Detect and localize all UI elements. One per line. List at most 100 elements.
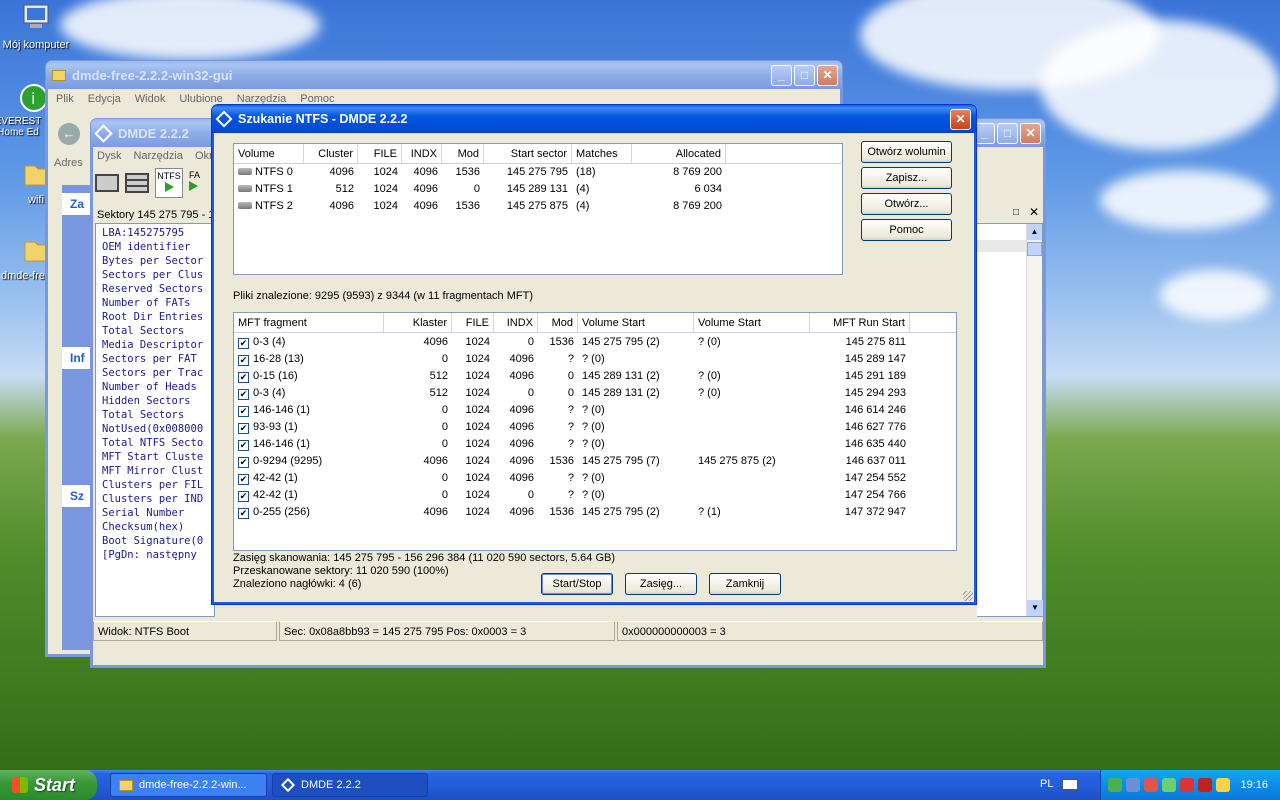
scroll-down-icon[interactable]: ▼ [1027, 600, 1043, 616]
mft-row[interactable]: ✔ 146-146 (1) 0 1024 4096? ? (0) 146 635 440 [234, 436, 956, 453]
column-header[interactable]: Mod [442, 144, 484, 163]
tray-security-icon[interactable] [1198, 778, 1213, 792]
partitions-icon[interactable] [125, 173, 149, 193]
save-button[interactable]: Zapisz... [861, 167, 952, 189]
hex-view[interactable]: ▲ ▼ [977, 223, 1043, 617]
scroll-thumb[interactable] [1027, 242, 1042, 256]
close-button[interactable]: ✕ [950, 108, 971, 130]
mft-row[interactable]: ✔ 0-15 (16) 512 1024 4096 0 145 289 131 (2) ? (… [234, 368, 956, 385]
mft-row[interactable]: ✔ 146-146 (1) 0 1024 4096? ? (0) 146 614 246 [234, 402, 956, 419]
mft-cell: ? (0) [694, 334, 810, 351]
open-volume-button[interactable]: Otwórz wolumin [861, 141, 952, 163]
column-header[interactable]: MFT Run Start [810, 313, 910, 332]
desktop-icon-label[interactable]: EVEREST Home Ed [0, 116, 44, 138]
menu-widok[interactable]: Widok [135, 93, 166, 105]
mft-row[interactable]: ✔ 0-3 (4) 4096 1024 0 1536 145 275 795 (2) ? (0… [234, 334, 956, 351]
column-header[interactable]: MFT fragment [234, 313, 384, 332]
help-button[interactable]: Pomoc [861, 219, 952, 241]
boot-sector-view[interactable]: LBA:145275795 OEM identifier Bytes per Sec… [95, 223, 215, 617]
fat-tool-button[interactable]: FA [189, 168, 205, 198]
restore-icon[interactable]: □ [1013, 207, 1019, 218]
task-explorer[interactable]: dmde-free-2.2.2-win... [110, 773, 267, 797]
minimize-button[interactable]: _ [974, 122, 995, 144]
mft-cell: 1024 [452, 402, 494, 419]
tray-wifi-icon[interactable] [1162, 778, 1177, 792]
start-button[interactable]: Start [0, 770, 97, 800]
open-button[interactable]: Otwórz... [861, 193, 952, 215]
mft-row[interactable]: ✔ 0-9294 (9295) 4096 1024 4096 1536 145 275 79… [234, 453, 956, 470]
cell-text: 145 291 189 [844, 370, 906, 382]
range-button[interactable]: Zasięg... [625, 573, 697, 595]
tray-monitor-icon[interactable] [1126, 778, 1141, 792]
checkbox[interactable]: ✔ [238, 406, 249, 417]
column-header[interactable]: INDX [494, 313, 538, 332]
column-header[interactable]: Volume Start [694, 313, 810, 332]
checkbox[interactable]: ✔ [238, 491, 249, 502]
checkbox[interactable]: ✔ [238, 389, 249, 400]
ntfs-search-dialog[interactable]: Szukanie NTFS - DMDE 2.2.2 ✕ Volume Clust… [211, 104, 977, 605]
column-header[interactable]: Volume Start [578, 313, 694, 332]
cell-text: 145 289 131 [506, 183, 568, 195]
checkbox[interactable]: ✔ [238, 440, 249, 451]
column-header[interactable]: Volume [234, 144, 304, 163]
language-indicator[interactable]: PL [1040, 778, 1053, 790]
column-header[interactable]: Mod [538, 313, 578, 332]
checkbox[interactable]: ✔ [238, 508, 249, 519]
tray-network-icon[interactable] [1108, 778, 1123, 792]
cell-text: 6 034 [694, 183, 722, 195]
volumes-list[interactable]: Volume Cluster FILE INDX Mod Start sector Matc… [233, 143, 843, 275]
maximize-button[interactable]: □ [794, 64, 815, 86]
column-header[interactable]: Start sector [484, 144, 572, 163]
menu-dysk[interactable]: Dysk [97, 150, 121, 162]
column-header[interactable]: FILE [358, 144, 402, 163]
desktop-icon-label[interactable]: dmde-fre [0, 270, 48, 282]
mft-fragments-list[interactable]: MFT fragment Klaster FILE INDX Mod Volume Sta… [233, 312, 957, 551]
mft-row[interactable]: ✔ 0-255 (256) 4096 1024 4096 1536 145 275 795 … [234, 504, 956, 521]
mft-row[interactable]: ✔ 42-42 (1) 0 1024 0? ? (0) 147 254 766 [234, 487, 956, 504]
checkbox[interactable]: ✔ [238, 423, 249, 434]
tray-message-icon[interactable] [1216, 778, 1231, 792]
column-header[interactable]: Klaster [384, 313, 452, 332]
mft-row[interactable]: ✔ 16-28 (13) 0 1024 4096? ? (0) 145 289 147 [234, 351, 956, 368]
column-header[interactable]: Matches [572, 144, 632, 163]
cell-text: 0-255 (256) [253, 506, 310, 518]
disk-icon[interactable] [95, 174, 119, 192]
menu-edycja[interactable]: Edycja [88, 93, 121, 105]
close-dialog-button[interactable]: Zamknij [709, 573, 781, 595]
column-header[interactable]: INDX [402, 144, 442, 163]
checkbox[interactable]: ✔ [238, 457, 249, 468]
computer-icon[interactable] [20, 2, 52, 34]
tray-app-icon[interactable] [1144, 778, 1159, 792]
volume-cell: 1024 [358, 164, 402, 181]
tray-shield-icon[interactable] [1180, 778, 1195, 792]
close-icon[interactable]: ✕ [1029, 205, 1039, 219]
scroll-up-icon[interactable]: ▲ [1027, 224, 1042, 240]
volume-row[interactable]: NTFS 0 4096 1024 4096 1536 145 275 795 (18) 8 7… [234, 164, 842, 181]
column-header[interactable]: FILE [452, 313, 494, 332]
checkbox[interactable]: ✔ [238, 338, 249, 349]
volume-row[interactable]: NTFS 2 4096 1024 4096 1536 145 275 875 (4) 8 76… [234, 198, 842, 215]
menu-narzedzia[interactable]: Narzędzia [133, 150, 183, 162]
vertical-scrollbar[interactable]: ▲ ▼ [1026, 224, 1043, 616]
column-header[interactable]: Allocated [632, 144, 726, 163]
back-icon[interactable]: ← [58, 123, 80, 145]
menu-plik[interactable]: Plik [56, 93, 74, 105]
ntfs-tool-button[interactable]: NTFS [155, 168, 183, 198]
resize-grip-icon[interactable] [963, 591, 973, 601]
checkbox[interactable]: ✔ [238, 355, 249, 366]
column-header[interactable]: Cluster [304, 144, 358, 163]
mft-row[interactable]: ✔ 0-3 (4) 512 1024 0 0 145 289 131 (2) ? (0) 145… [234, 385, 956, 402]
start-stop-button[interactable]: Start/Stop [541, 573, 613, 595]
desktop-icon-label[interactable]: Mój komputer [0, 39, 76, 51]
volume-row[interactable]: NTFS 1 512 1024 4096 0 145 289 131 (4) 6 034 [234, 181, 842, 198]
close-button[interactable]: ✕ [1020, 122, 1041, 144]
maximize-button[interactable]: □ [997, 122, 1018, 144]
mft-row[interactable]: ✔ 93-93 (1) 0 1024 4096? ? (0) 146 627 776 [234, 419, 956, 436]
task-dmde[interactable]: DMDE 2.2.2 [272, 773, 428, 797]
close-button[interactable]: ✕ [817, 64, 838, 86]
minimize-button[interactable]: _ [771, 64, 792, 86]
keyboard-icon[interactable] [1062, 779, 1078, 790]
mft-row[interactable]: ✔ 42-42 (1) 0 1024 4096? ? (0) 147 254 552 [234, 470, 956, 487]
checkbox[interactable]: ✔ [238, 474, 249, 485]
checkbox[interactable]: ✔ [238, 372, 249, 383]
